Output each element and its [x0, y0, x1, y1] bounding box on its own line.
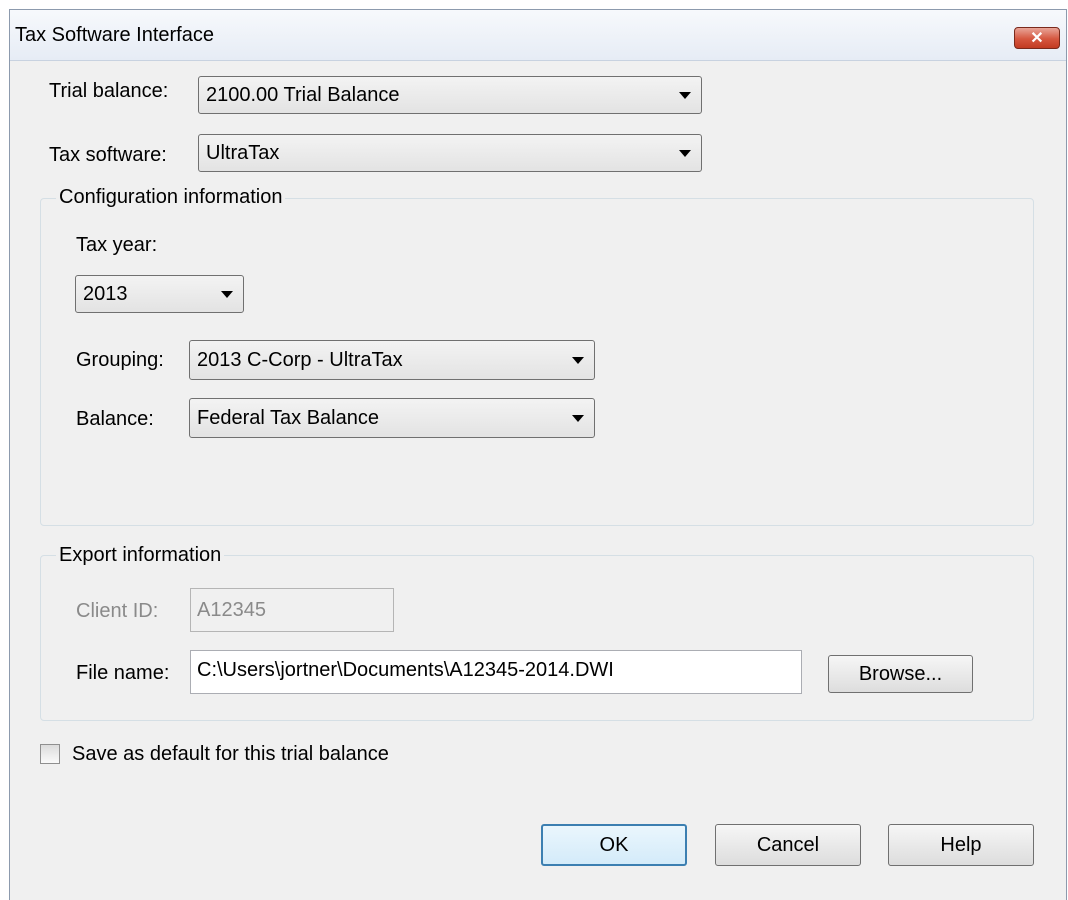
client-id-value: A12345 — [197, 598, 266, 621]
cancel-button[interactable]: Cancel — [715, 824, 861, 866]
tax-software-label: Tax software: — [49, 144, 167, 166]
trial-balance-label: Trial balance: — [49, 80, 169, 102]
chevron-down-icon — [572, 415, 584, 422]
balance-label: Balance: — [76, 408, 154, 430]
balance-value: Federal Tax Balance — [197, 406, 379, 429]
close-icon: ✕ — [1030, 30, 1044, 47]
chevron-down-icon — [221, 291, 233, 298]
tax-software-select[interactable]: UltraTax — [198, 134, 702, 172]
grouping-value: 2013 C-Corp - UltraTax — [197, 348, 403, 371]
browse-button[interactable]: Browse... — [828, 655, 973, 693]
file-name-field[interactable]: C:\Users\jortner\Documents\A12345-2014.D… — [190, 650, 802, 694]
ok-button[interactable]: OK — [541, 824, 687, 866]
close-button[interactable]: ✕ — [1014, 27, 1060, 49]
file-name-value: C:\Users\jortner\Documents\A12345-2014.D… — [197, 659, 614, 681]
trial-balance-value: 2100.00 Trial Balance — [206, 83, 400, 106]
client-id-label: Client ID: — [76, 600, 159, 622]
grouping-select[interactable]: 2013 C-Corp - UltraTax — [189, 340, 595, 380]
configuration-legend: Configuration information — [56, 186, 286, 209]
chevron-down-icon — [679, 92, 691, 99]
save-default-label[interactable]: Save as default for this trial balance — [72, 743, 389, 766]
chevron-down-icon — [679, 150, 691, 157]
client-id-field: A12345 — [190, 588, 394, 632]
window-title: Tax Software Interface — [15, 24, 214, 46]
export-group — [40, 555, 1034, 721]
tax-year-select[interactable]: 2013 — [75, 275, 244, 313]
tax-software-value: UltraTax — [206, 141, 280, 164]
balance-select[interactable]: Federal Tax Balance — [189, 398, 595, 438]
trial-balance-select[interactable]: 2100.00 Trial Balance — [198, 76, 702, 114]
tax-year-label: Tax year: — [76, 234, 158, 256]
help-button[interactable]: Help — [888, 824, 1034, 866]
file-name-label: File name: — [76, 662, 170, 684]
dialog-window: Tax Software Interface ✕ Trial balance: … — [9, 9, 1067, 900]
tax-year-value: 2013 — [83, 282, 128, 305]
chevron-down-icon — [572, 357, 584, 364]
export-legend: Export information — [56, 544, 225, 567]
grouping-label: Grouping: — [76, 349, 164, 371]
save-default-checkbox[interactable] — [40, 744, 60, 764]
title-bar[interactable]: Tax Software Interface ✕ — [10, 10, 1066, 61]
